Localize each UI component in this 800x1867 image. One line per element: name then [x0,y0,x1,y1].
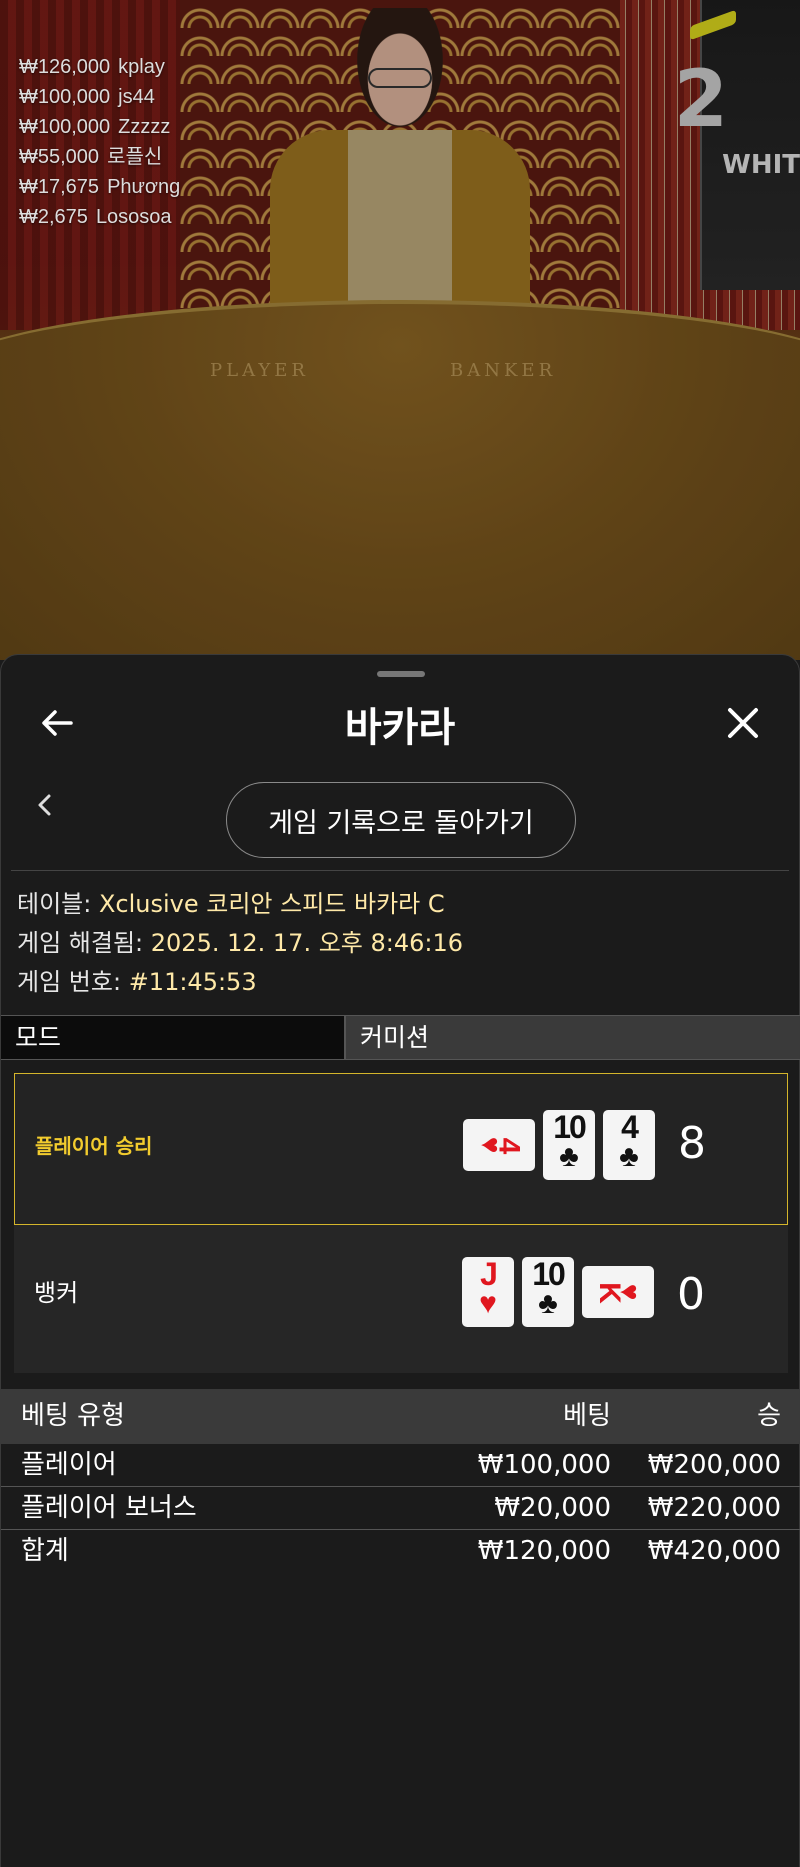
card-rank: J [480,1256,498,1292]
game-history-sheet: 바카라 게임 기록으로 돌아가기 테이블: Xclusive 코리안 스피드 바… [0,654,800,1867]
player-hand-row: 플레이어 승리 ♥ 4 10 ♣ 4 ♣ 8 [14,1073,788,1225]
game-number-info: 게임 번호: #11:45:53 [17,963,463,1002]
bet-type: 플레이어 보너스 [21,1493,197,1523]
playing-card: J ♥ [462,1257,514,1327]
resolved-info: 게임 해결됨: 2025. 12. 17. 오후 8:46:16 [17,924,463,963]
winner-amount: ₩100,000 [19,116,111,138]
winner-name: Lososoa [95,206,172,228]
banker-result-label: 뱅커 [34,1279,79,1307]
card-suit: ♣ [619,1140,639,1173]
bet-amount: ₩20,000 [494,1493,611,1523]
winner-name: 로플신 [107,146,163,168]
winner-name: Zzzzz [118,116,171,138]
card-rank: 10 [553,1109,587,1145]
resolved-value: 2025. 12. 17. 오후 8:46:16 [150,929,464,957]
table-row: 플레이어 보너스 ₩20,000 ₩220,000 [1,1487,800,1530]
game-number-value: #11:45:53 [128,968,257,996]
game-number-label: 게임 번호: [17,968,122,996]
total-row: 합계 ₩120,000 ₩420,000 [1,1530,800,1573]
total-label: 합계 [21,1536,69,1566]
win-amount: ₩200,000 [647,1450,781,1480]
player-score: 8 [678,1118,706,1169]
card-suit: ♣ [559,1140,579,1173]
bet-table-header: 베팅 유형 베팅 승 [1,1389,800,1444]
game-info: 테이블: Xclusive 코리안 스피드 바카라 C 게임 해결됨: 2025… [17,885,463,1002]
table-label: 테이블: [17,890,92,918]
mode-bar: 모드 커미션 [1,1015,800,1060]
table-value: Xclusive 코리안 스피드 바카라 C [98,890,445,918]
game-result: 플레이어 승리 ♥ 4 10 ♣ 4 ♣ 8 뱅커 J ♥ 10 ♣ K ♥ 0 [14,1073,788,1373]
playing-card: K ♥ [582,1266,654,1318]
banker-hand-row: 뱅커 J ♥ 10 ♣ K ♥ 0 [14,1225,788,1377]
playing-card: 10 ♣ [522,1257,574,1327]
bet-table: 베팅 유형 베팅 승 플레이어 ₩100,000 ₩200,000 플레이어 보… [1,1389,800,1573]
table-row: 플레이어 ₩100,000 ₩200,000 [1,1444,800,1487]
card-suit: ♥ [479,1287,497,1320]
winner-name: kplay [118,56,165,78]
table-info: 테이블: Xclusive 코리안 스피드 바카라 C [17,885,463,924]
total-win: ₩420,000 [647,1536,781,1566]
back-to-history-button[interactable]: 게임 기록으로 돌아가기 [226,782,576,858]
bet-amount: ₩100,000 [477,1450,611,1480]
bet-type: 플레이어 [21,1450,117,1480]
mode-label: 모드 [1,1016,346,1059]
winner-row: ₩55,000 로플신 [19,142,180,172]
player-cards: ♥ 4 10 ♣ 4 ♣ [463,1110,655,1180]
sheet-drag-handle[interactable] [377,671,425,677]
winner-amount: ₩126,000 [19,56,111,78]
playing-card: ♥ 4 [463,1119,535,1171]
close-icon [728,708,758,738]
winner-name: js44 [118,86,155,108]
banker-cards: J ♥ 10 ♣ K ♥ [462,1257,654,1327]
card-rank: 4 [492,1137,526,1153]
total-bet: ₩120,000 [477,1536,611,1566]
winner-amount: ₩2,675 [19,206,88,228]
winners-list: ₩126,000 kplay ₩100,000 js44 ₩100,000 Zzzzz… [19,52,180,232]
banker-score: 0 [677,1269,705,1320]
playing-card: 4 ♣ [603,1110,655,1180]
chevron-left-icon [38,794,51,816]
resolved-label: 게임 해결됨: [17,929,144,957]
live-video-stream: PLAYER BANKER WHIT 2 ₩126,000 kplay ₩100,… [0,0,800,660]
card-suit: ♥ [613,1283,645,1301]
header-bet: 베팅 [563,1401,611,1431]
winner-row: ₩126,000 kplay [19,52,180,82]
card-rank: 10 [532,1256,566,1292]
winner-row: ₩2,675 Lososoa [19,202,180,232]
header-bet-type: 베팅 유형 [21,1401,125,1431]
winner-row: ₩17,675 Phương [19,172,180,202]
commission-label: 커미션 [346,1016,800,1059]
header-win: 승 [757,1401,781,1431]
win-amount: ₩220,000 [647,1493,781,1523]
winner-amount: ₩100,000 [19,86,111,108]
playing-card: 10 ♣ [543,1110,595,1180]
winner-amount: ₩55,000 [19,146,100,168]
card-rank: 4 [621,1109,639,1145]
divider [11,870,789,871]
close-button[interactable] [713,693,773,753]
winner-amount: ₩17,675 [19,176,100,198]
previous-game-button[interactable] [25,785,65,825]
sheet-title: 바카라 [344,705,456,751]
player-result-label: 플레이어 승리 [35,1134,153,1158]
winner-row: ₩100,000 Zzzzz [19,112,180,142]
winner-name: Phương [107,176,181,198]
card-suit: ♣ [538,1287,558,1320]
winner-row: ₩100,000 js44 [19,82,180,112]
